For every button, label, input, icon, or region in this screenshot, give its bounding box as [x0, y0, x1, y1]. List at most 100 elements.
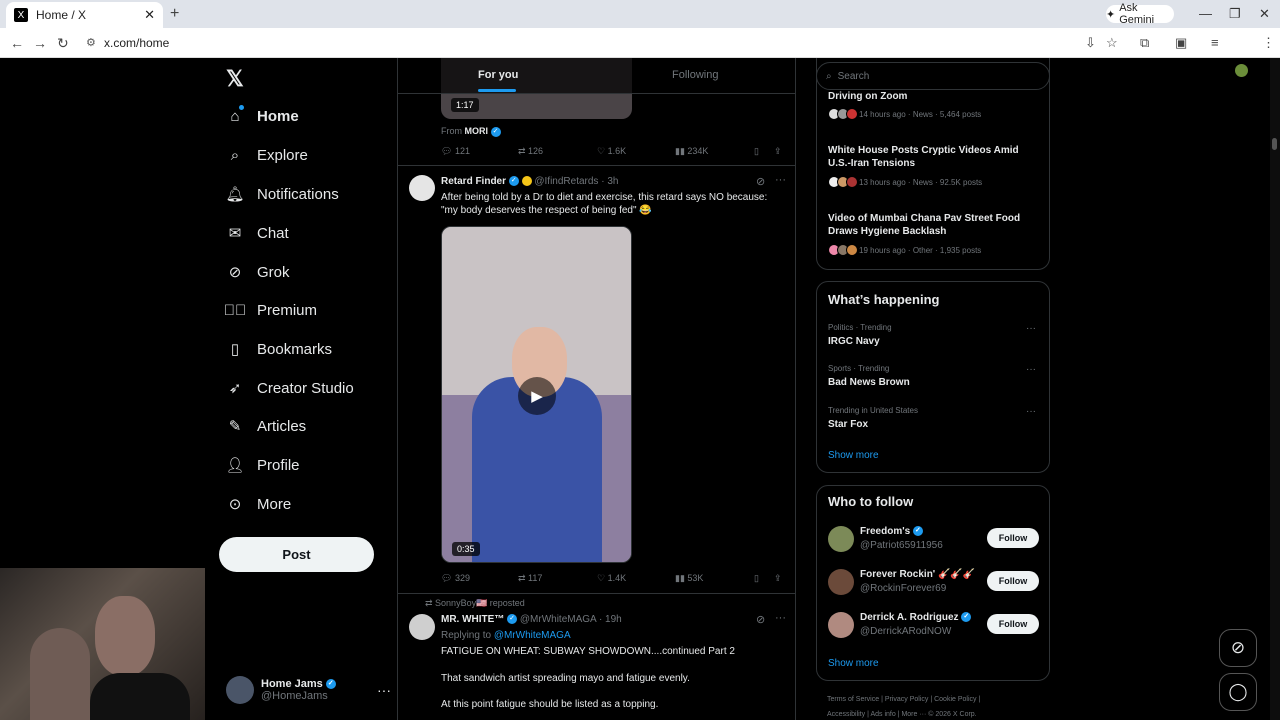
trend-name[interactable]: Bad News Brown	[828, 377, 910, 388]
news-item-title[interactable]: Video of Mumbai Chana Pav Street Food Dr…	[828, 212, 1038, 238]
post-time[interactable]: · 3h	[601, 176, 618, 187]
minimize-icon[interactable]: —	[1199, 6, 1212, 21]
nav-articles[interactable]: ✎ Articles	[226, 411, 306, 441]
tweet3-avatar[interactable]	[409, 614, 435, 640]
bookmark-icon[interactable]: ▯	[754, 573, 759, 584]
search-input[interactable]: ⌕ Search	[816, 62, 1050, 90]
nav-explore[interactable]: ⌕ Explore	[226, 140, 308, 170]
like-button[interactable]: ♡ 1.6K	[597, 146, 626, 157]
tweet-more-icon[interactable]: ···	[775, 174, 786, 186]
scrollbar-thumb[interactable]	[1272, 138, 1277, 150]
footer-links[interactable]: Terms of Service | Privacy Policy | Cook…	[827, 696, 980, 703]
user-avatar[interactable]	[828, 526, 854, 552]
tab-following[interactable]: Following	[672, 69, 718, 81]
trend-name[interactable]: Star Fox	[828, 419, 868, 430]
nav-bookmarks[interactable]: ▯ Bookmarks	[226, 334, 332, 364]
menu-kebab-icon[interactable]: ⋮	[1262, 35, 1275, 51]
page-scrollbar[interactable]	[1270, 58, 1280, 720]
user-avatar[interactable]	[828, 569, 854, 595]
window-close-icon[interactable]: ✕	[1259, 6, 1270, 22]
install-app-icon[interactable]: ⇩	[1085, 35, 1096, 51]
footer-links-2[interactable]: Accessibility | Ads info | More ··· © 20…	[827, 711, 977, 718]
author-name[interactable]: Retard Finder	[441, 176, 506, 187]
reply-button[interactable]: 💬︎ 121	[441, 146, 470, 157]
user-name[interactable]: Freedom's ✓	[860, 526, 923, 537]
reply-button[interactable]: 💬︎ 329	[441, 573, 470, 584]
grok-explain-icon[interactable]: ⊘	[756, 613, 765, 626]
account-switcher[interactable]: Home Jams ✓ @HomeJams ···	[226, 672, 391, 708]
new-tab-icon[interactable]: +	[170, 5, 179, 23]
source-name[interactable]: MORI	[465, 126, 489, 136]
bell-icon: 🔔︎	[225, 186, 245, 203]
profile-avatar-icon[interactable]	[1235, 64, 1248, 77]
user-name[interactable]: Derrick A. Rodriguez ✓	[860, 612, 972, 623]
trend-more-icon[interactable]: ···	[1026, 364, 1036, 375]
account-avatar	[226, 676, 254, 704]
nav-chat-label: Chat	[257, 224, 289, 242]
like-button[interactable]: ♡ 1.4K	[597, 573, 626, 584]
x-logo[interactable]: 𝕏	[226, 66, 244, 92]
user-handle[interactable]: @Patriot65911956	[860, 540, 943, 551]
post-button[interactable]: Post	[219, 537, 374, 572]
show-more-link[interactable]: Show more	[828, 658, 879, 669]
reload-icon[interactable]: ↻	[57, 35, 69, 52]
tweet2-avatar[interactable]	[409, 175, 435, 201]
author-name[interactable]: MR. WHITE™	[441, 614, 504, 625]
nav-home[interactable]: ⌂ Home	[226, 101, 299, 131]
bookmark-icon[interactable]: ▯	[754, 146, 759, 157]
media-icon[interactable]: ≡	[1211, 35, 1219, 50]
follow-button[interactable]: Follow	[987, 528, 1039, 548]
tweet2-video[interactable]: ▶ 0:35	[441, 226, 632, 563]
news-item-title[interactable]: White House Posts Cryptic Videos Amid U.…	[828, 144, 1038, 170]
share-icon[interactable]: ⇪	[774, 573, 782, 584]
bookmark-star-icon[interactable]: ☆	[1106, 35, 1118, 51]
user-avatar[interactable]	[828, 612, 854, 638]
views-button[interactable]: ▮▮ 53K	[675, 573, 703, 584]
nav-premium[interactable]: ✓⃝ Premium	[224, 295, 317, 325]
browser-tab[interactable]: X Home / X ✕	[6, 2, 163, 28]
tab-for-you[interactable]: For you	[478, 69, 518, 92]
close-tab-icon[interactable]: ✕	[144, 7, 155, 23]
who-to-follow-panel: Who to follow Freedom's ✓ @Patriot659119…	[816, 485, 1050, 681]
user-handle[interactable]: @DerrickARodNOW	[860, 626, 951, 637]
play-icon[interactable]: ▶	[518, 377, 556, 415]
nav-chat[interactable]: ✉ Chat	[226, 218, 289, 248]
show-more-link[interactable]: Show more	[828, 450, 879, 461]
grok-explain-icon[interactable]: ⊘	[756, 175, 765, 188]
back-icon[interactable]: ←	[10, 35, 24, 51]
ask-gemini-button[interactable]: ✦ Ask Gemini	[1106, 2, 1174, 26]
follow-button[interactable]: Follow	[987, 614, 1039, 634]
user-handle[interactable]: @RockinForever69	[860, 583, 946, 594]
trend-name[interactable]: IRGC Navy	[828, 336, 880, 347]
trend-more-icon[interactable]: ···	[1026, 406, 1036, 417]
forward-icon[interactable]: →	[33, 35, 47, 51]
news-item-title[interactable]: Driving on Zoom	[828, 90, 1038, 103]
site-info-icon[interactable]: ⚙	[86, 36, 96, 49]
trend-more-icon[interactable]: ···	[1026, 323, 1036, 334]
url-field[interactable]: ⚙ x.com/home	[82, 32, 1082, 54]
extensions-icon[interactable]: ⧉	[1140, 35, 1149, 51]
share-icon[interactable]: ⇪	[774, 146, 782, 157]
grok-float-icon[interactable]: ⊘	[1219, 629, 1257, 667]
tweet-more-icon[interactable]: ···	[775, 612, 786, 624]
nav-creator-studio[interactable]: ➶ Creator Studio	[226, 373, 354, 403]
author-handle[interactable]: @IfindRetards	[534, 176, 598, 187]
reading-mode-icon[interactable]: ▣	[1175, 35, 1187, 51]
post-time[interactable]: · 19h	[599, 614, 622, 625]
nav-grok[interactable]: ⊘ Grok	[226, 257, 290, 287]
maximize-icon[interactable]: ❐	[1229, 6, 1241, 22]
repost-button[interactable]: ⇄ 117	[518, 573, 542, 584]
user-name[interactable]: Forever Rockin' 🎸🎸🎸	[860, 569, 975, 580]
follow-button[interactable]: Follow	[987, 571, 1039, 591]
nav-notifications[interactable]: 🔔︎ Notifications	[225, 179, 338, 209]
reposted-by[interactable]: SonnyBoy🇺🇸 reposted	[435, 598, 525, 608]
author-handle[interactable]: @MrWhiteMAGA	[520, 614, 596, 625]
repost-button[interactable]: ⇄ 126	[518, 146, 543, 157]
reply-to-handle[interactable]: @MrWhiteMAGA	[494, 630, 571, 641]
views-button[interactable]: ▮▮ 234K	[675, 146, 708, 157]
account-more-icon[interactable]: ···	[377, 682, 391, 698]
chat-bubble-icon[interactable]: ◯	[1219, 673, 1257, 711]
nav-profile[interactable]: 👤︎ Profile	[225, 450, 299, 480]
nav-more[interactable]: ⊙ More	[226, 489, 291, 519]
verified-badge-icon: ✓	[912, 526, 923, 537]
